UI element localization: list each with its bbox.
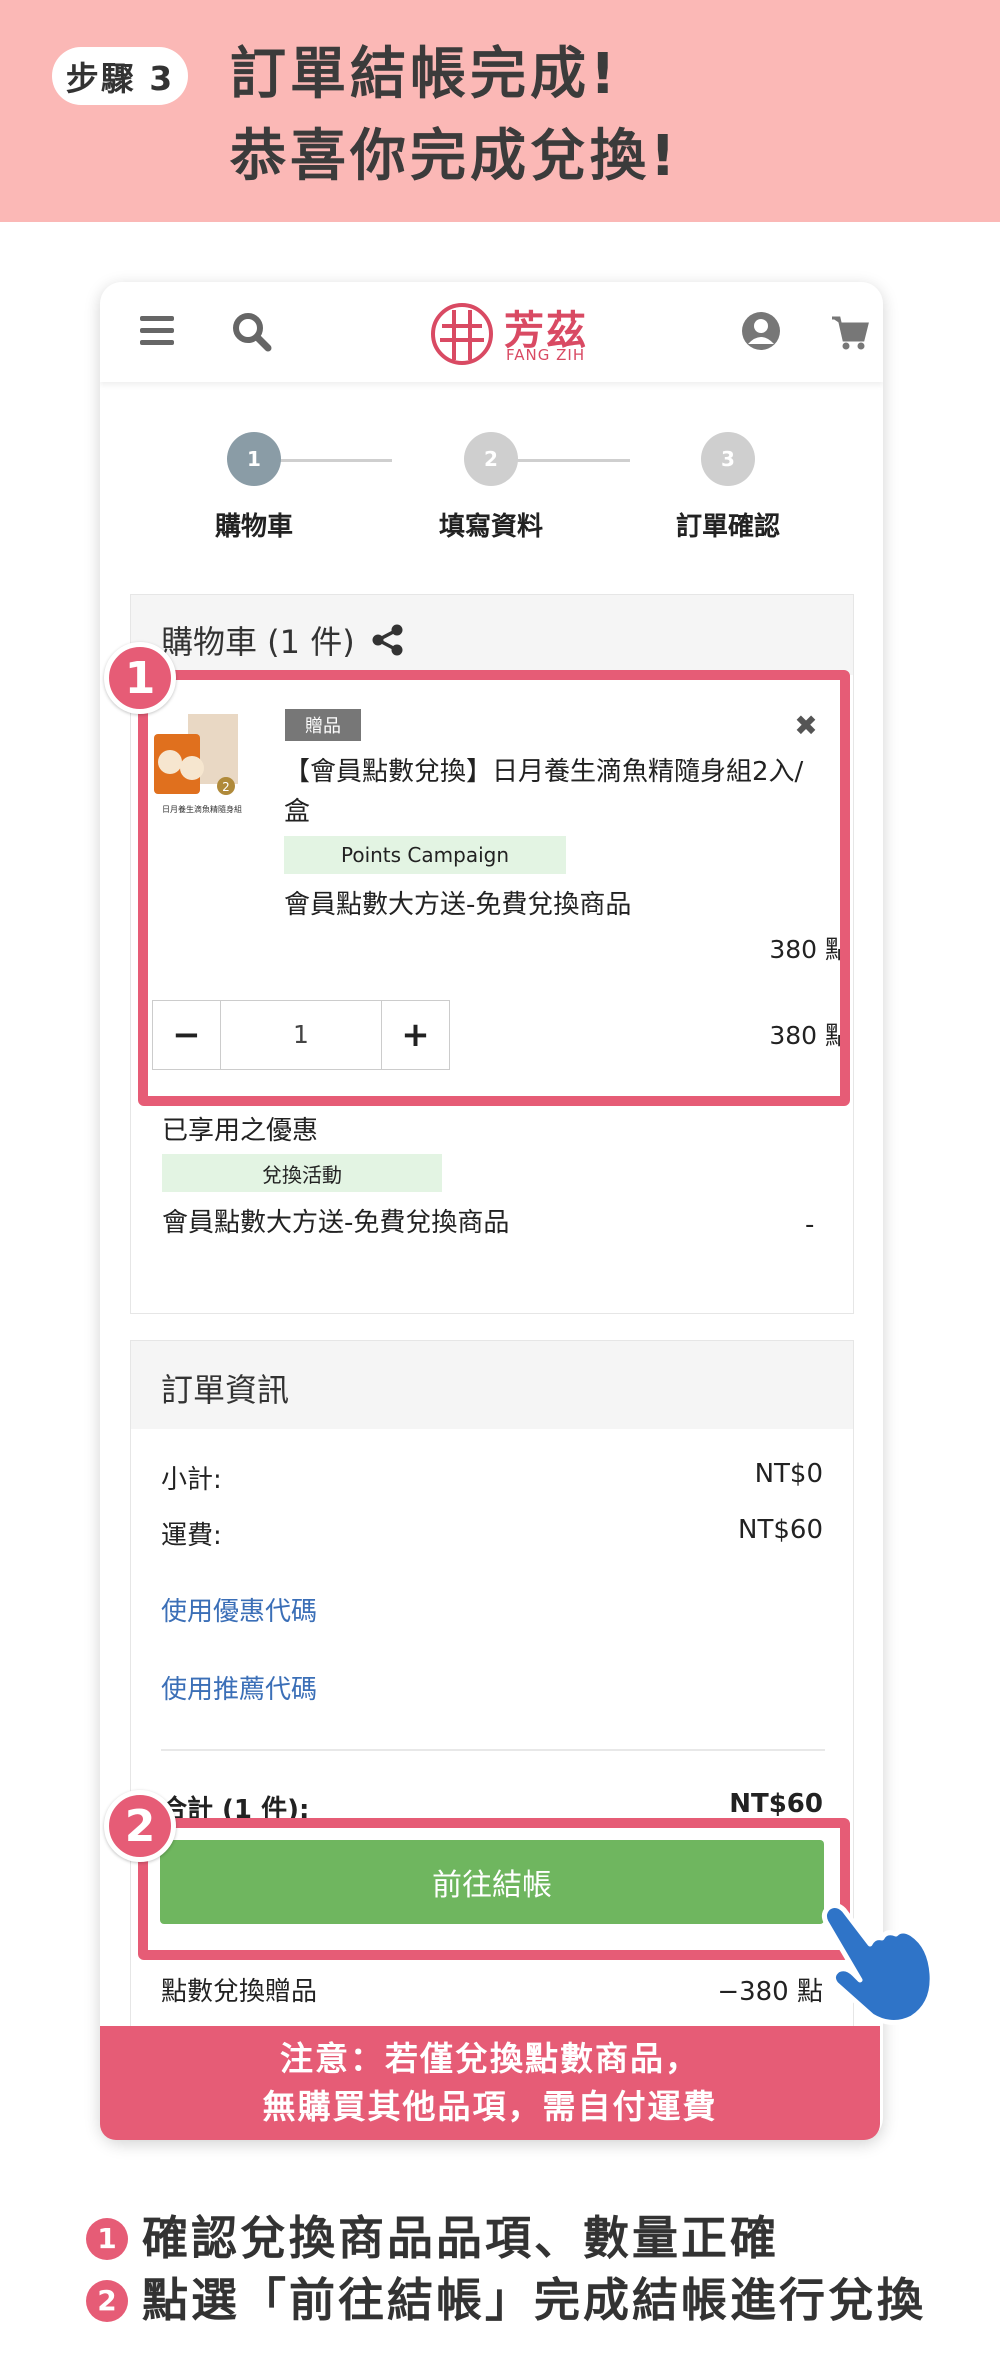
gift-points-label: 點數兌換贈品	[161, 1977, 318, 2007]
subtotal-value: NT$0	[754, 1459, 823, 1489]
hamburger-menu-icon[interactable]	[140, 316, 174, 346]
shipping-value: NT$60	[738, 1515, 823, 1545]
order-info-section: 訂單資訊 小計: NT$0 運費: NT$60 使用優惠代碼 使用推薦代碼 合計…	[130, 1340, 854, 2140]
applied-discount-text: 會員點數大方送-免費兌換商品	[162, 1208, 510, 1238]
checkout-stepper: 1 2 3 購物車 填寫資料 訂單確認	[100, 432, 883, 552]
step-badge: 步驟 3	[52, 47, 188, 105]
order-divider	[161, 1749, 825, 1751]
search-icon[interactable]	[230, 310, 274, 354]
cart-title: 購物車 (1 件)	[161, 623, 355, 661]
step-3-label: 訂單確認	[675, 512, 780, 542]
brand-logo[interactable]: 芳茲 FANG ZIH	[430, 302, 590, 370]
logo-mark-icon	[431, 303, 493, 365]
step-2-dot: 2	[464, 432, 518, 486]
pointing-hand-icon	[821, 1902, 935, 2025]
banner-title: 訂單結帳完成! 恭喜你完成兌換!	[230, 34, 680, 198]
step-2-label: 填寫資料	[438, 512, 543, 542]
top-navbar: 芳茲 FANG ZIH	[100, 282, 883, 382]
step-3-dot: 3	[701, 432, 755, 486]
banner-title-line2: 恭喜你完成兌換!	[230, 124, 680, 189]
applied-discount-value: -	[805, 1210, 815, 1240]
instruction-2-text: 點選「前往結帳」完成結帳進行兌換	[142, 2273, 926, 2327]
cart-header: 購物車 (1 件)	[131, 595, 853, 675]
header-banner: 步驟 3 訂單結帳完成! 恭喜你完成兌換!	[0, 0, 1000, 222]
applied-discount-title: 已享用之優惠	[162, 1116, 319, 1146]
banner-title-line1: 訂單結帳完成!	[230, 42, 620, 107]
notice-line2: 無購買其他品項，需自付運費	[262, 2087, 718, 2126]
marker-1: 1	[104, 642, 176, 714]
instruction-1-number: 1	[86, 2218, 128, 2260]
highlight-frame-item	[138, 670, 850, 1106]
order-info-title: 訂單資訊	[161, 1371, 290, 1409]
step-1-dot: 1	[227, 432, 281, 486]
cart-icon[interactable]	[830, 312, 870, 352]
instruction-2-number: 2	[86, 2280, 128, 2322]
share-icon[interactable]	[371, 623, 405, 657]
shipping-notice: 注意：若僅兌換點數商品， 無購買其他品項，需自付運費	[100, 2026, 880, 2140]
shipping-label: 運費:	[161, 1521, 222, 1551]
applied-discount-badge: 兌換活動	[162, 1154, 442, 1192]
referral-code-link[interactable]: 使用推薦代碼	[161, 1669, 317, 1706]
user-icon[interactable]	[740, 310, 782, 352]
total-value: NT$60	[729, 1789, 823, 1819]
subtotal-label: 小計:	[161, 1465, 222, 1495]
marker-2: 2	[104, 1790, 176, 1862]
instruction-1: 1 確認兌換商品品項、數量正確	[86, 2202, 779, 2268]
instruction-1-text: 確認兌換商品品項、數量正確	[142, 2211, 779, 2265]
logo-english-text: FANG ZIH	[506, 346, 586, 364]
gift-points-value: −380 點	[717, 1977, 823, 2007]
coupon-code-link[interactable]: 使用優惠代碼	[161, 1591, 317, 1628]
step-1-label: 購物車	[214, 512, 293, 542]
order-info-header: 訂單資訊	[131, 1341, 853, 1429]
instruction-2: 2 點選「前往結帳」完成結帳進行兌換	[86, 2264, 926, 2330]
notice-line1: 注意：若僅兌換點數商品，	[280, 2039, 700, 2078]
highlight-frame-checkout	[138, 1818, 850, 1960]
